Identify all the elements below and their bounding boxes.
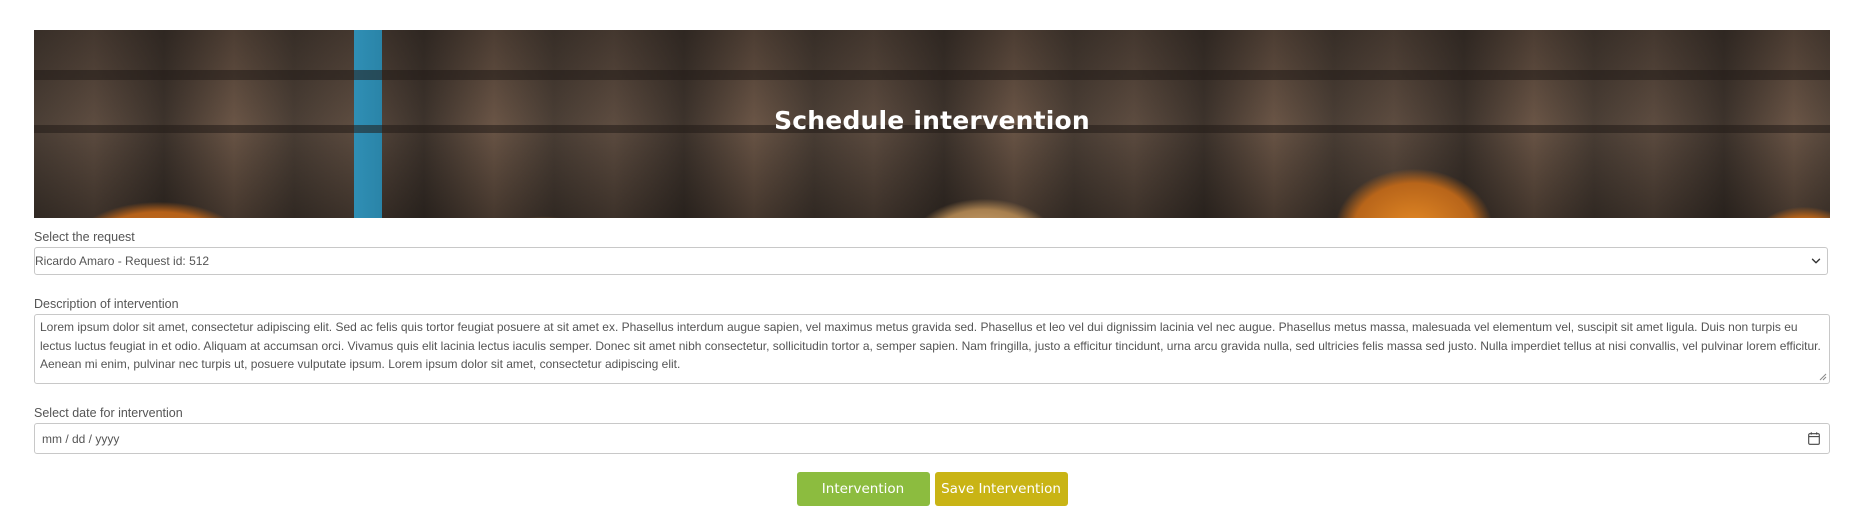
- request-label: Select the request: [34, 230, 135, 244]
- description-group: Description of intervention Lorem ipsum …: [34, 297, 1830, 384]
- banner-shelf-decoration: [34, 70, 1830, 80]
- date-placeholder: mm / dd / yyyy: [42, 432, 120, 446]
- request-select[interactable]: Ricardo Amaro - Request id: 512: [34, 247, 1828, 275]
- date-input[interactable]: mm / dd / yyyy: [34, 423, 1830, 454]
- resize-grip-icon[interactable]: [1818, 372, 1827, 381]
- save-intervention-button[interactable]: Save Intervention: [934, 472, 1068, 506]
- header-banner: Schedule intervention: [34, 30, 1830, 218]
- page-container: Schedule intervention Select the request…: [34, 30, 1830, 506]
- date-group: Select date for intervention mm / dd / y…: [34, 406, 1830, 454]
- description-label: Description of intervention: [34, 297, 179, 311]
- page-title: Schedule intervention: [774, 106, 1090, 135]
- chevron-down-icon: [1811, 258, 1821, 264]
- form-actions: Intervention Save Intervention: [34, 472, 1830, 506]
- request-select-value: Ricardo Amaro - Request id: 512: [35, 254, 210, 268]
- description-textarea[interactable]: Lorem ipsum dolor sit amet, consectetur …: [34, 314, 1830, 384]
- request-group: Select the request Ricardo Amaro - Reque…: [34, 230, 1830, 275]
- date-label: Select date for intervention: [34, 406, 183, 420]
- calendar-icon[interactable]: [1808, 432, 1820, 445]
- description-text: Lorem ipsum dolor sit amet, consectetur …: [40, 320, 1821, 371]
- intervention-button[interactable]: Intervention: [796, 472, 930, 506]
